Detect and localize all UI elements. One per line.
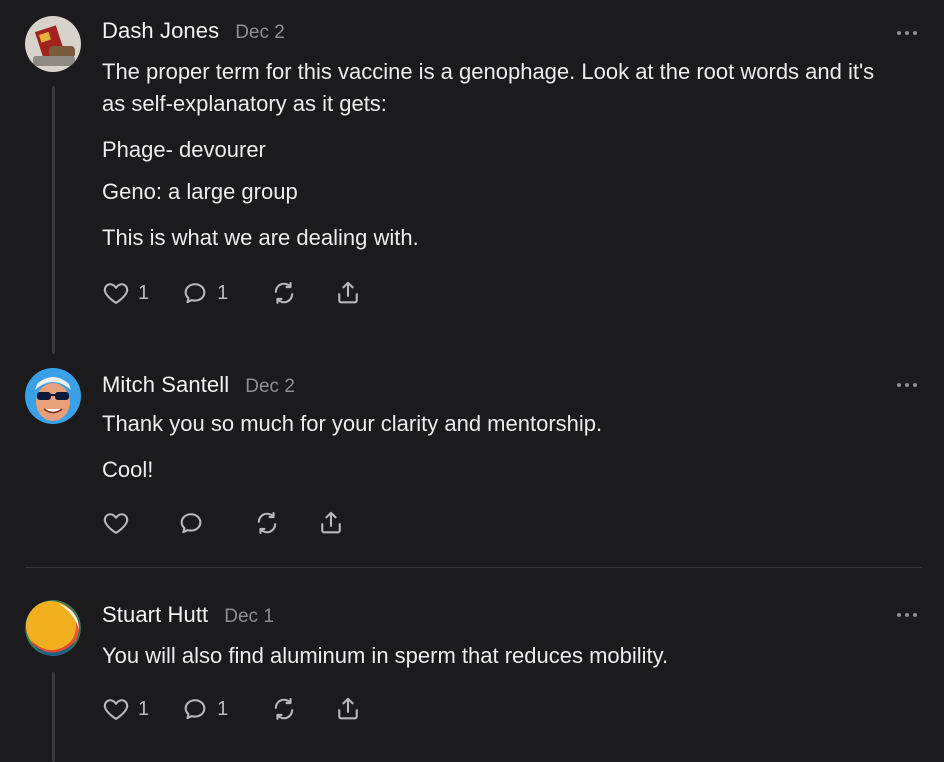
comment-bubble-icon	[184, 283, 206, 304]
comment-header: Stuart Hutt Dec 1	[102, 602, 274, 628]
heart-icon	[103, 699, 129, 720]
like-count: 1	[138, 697, 150, 720]
share-button[interactable]	[334, 279, 362, 307]
reply-button[interactable]: 1	[181, 695, 228, 723]
thread-line	[52, 672, 55, 762]
share-icon	[338, 281, 359, 304]
like-button[interactable]	[102, 509, 130, 537]
comment-paragraph: Phage- devourer	[102, 137, 266, 162]
comment-paragraph: Geno: a large group	[102, 179, 298, 204]
reply-count: 1	[217, 281, 229, 304]
share-icon	[321, 511, 341, 534]
restack-button[interactable]	[270, 695, 298, 723]
circle-gradient-avatar-icon	[25, 600, 81, 656]
avatar[interactable]	[25, 16, 81, 72]
restack-icon	[275, 282, 294, 304]
comment-actions: 1 1	[102, 279, 362, 307]
comment-paragraph: Thank you so much for your clarity and m…	[102, 411, 603, 436]
comment-actions	[102, 509, 345, 537]
reply-count: 1	[217, 697, 229, 720]
more-dots-icon[interactable]	[897, 612, 917, 618]
more-dots-icon[interactable]	[897, 382, 917, 388]
heart-icon	[103, 283, 129, 304]
restack-icon	[275, 698, 294, 720]
comment-date[interactable]: Dec 2	[245, 376, 295, 398]
comment-bubble-icon	[180, 513, 202, 534]
reply-button[interactable]: 1	[181, 279, 228, 307]
comment-divider	[25, 567, 922, 568]
comment-item: Dash Jones Dec 2 The proper term for thi…	[0, 0, 944, 360]
avatar[interactable]	[25, 600, 81, 656]
author-name[interactable]: Dash Jones	[102, 18, 219, 44]
comment-paragraph: The proper term for this vaccine is a ge…	[102, 59, 875, 116]
comment-paragraph: Cool!	[102, 457, 154, 482]
thread-line	[52, 86, 55, 354]
share-icon	[338, 697, 359, 720]
comment-body: Thank you so much for your clarity and m…	[102, 408, 902, 486]
more-dots-icon[interactable]	[897, 30, 917, 36]
reply-button[interactable]	[177, 509, 205, 537]
share-button[interactable]	[334, 695, 362, 723]
like-button[interactable]: 1	[102, 695, 149, 723]
comment-date[interactable]: Dec 2	[235, 22, 285, 44]
comment-actions: 1 1	[102, 695, 362, 723]
comment-item: Mitch Santell Dec 2 Thank you so much fo…	[0, 360, 944, 570]
book-avatar-icon	[25, 16, 81, 72]
person-sunglasses-avatar-icon	[25, 368, 81, 424]
avatar[interactable]	[25, 368, 81, 424]
like-button[interactable]: 1	[102, 279, 149, 307]
comments-thread: Dash Jones Dec 2 The proper term for thi…	[0, 0, 944, 762]
share-button[interactable]	[317, 509, 345, 537]
heart-icon	[103, 513, 129, 534]
comment-body: You will also find aluminum in sperm tha…	[102, 640, 902, 672]
like-count: 1	[138, 281, 150, 304]
author-name[interactable]: Stuart Hutt	[102, 602, 208, 628]
comment-date[interactable]: Dec 1	[224, 606, 274, 628]
comment-header: Mitch Santell Dec 2	[102, 372, 295, 398]
comment-item: Stuart Hutt Dec 1 You will also find alu…	[0, 590, 944, 762]
comment-paragraph: You will also find aluminum in sperm tha…	[102, 643, 669, 668]
restack-icon	[257, 512, 277, 534]
restack-button[interactable]	[253, 509, 281, 537]
comment-paragraph: This is what we are dealing with.	[102, 225, 419, 250]
comment-header: Dash Jones Dec 2	[102, 18, 285, 44]
comment-bubble-icon	[184, 699, 206, 720]
comment-body: The proper term for this vaccine is a ge…	[102, 56, 902, 254]
restack-button[interactable]	[270, 279, 298, 307]
author-name[interactable]: Mitch Santell	[102, 372, 229, 398]
